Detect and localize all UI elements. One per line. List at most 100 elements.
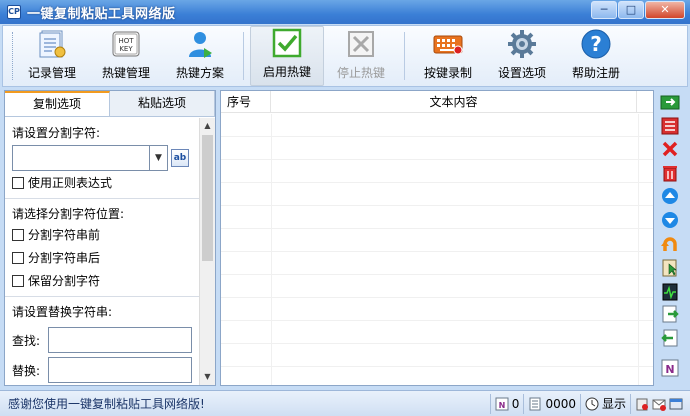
notes-count: N 0 (489, 393, 524, 414)
app-icon: CP (7, 5, 21, 19)
before-split-row[interactable]: 分割字符串前 (12, 223, 192, 246)
column-header-index[interactable]: 序号 (221, 91, 271, 112)
options-panel: 复制选项 粘贴选项 请设置分割字符: ▼ ab 使用正则表达式 请选择分割字符位… (4, 90, 216, 386)
tab-copy-options[interactable]: 复制选项 (5, 91, 110, 116)
help-register-label: 帮助注册 (571, 66, 620, 80)
record-count: 0000 (523, 393, 580, 414)
notes-small-icon: N (495, 397, 509, 410)
clear-records-button[interactable] (659, 162, 681, 184)
edit-record-button[interactable] (659, 115, 681, 137)
chevron-down-icon[interactable]: ▼ (150, 145, 168, 171)
options-tabs: 复制选项 粘贴选项 (5, 91, 215, 117)
stop-hotkey-button[interactable]: 停止热键 (324, 26, 398, 86)
notes-button[interactable]: N (659, 357, 681, 379)
status-message: 感谢您使用一键复制粘贴工具网络版! (8, 397, 205, 411)
notes-icon: N (661, 359, 679, 377)
tab-paste-options[interactable]: 粘贴选项 (110, 91, 215, 116)
hotkey-scheme-label: 热键方案 (175, 66, 224, 80)
hotkey-icon: HOT KEY (110, 28, 142, 60)
minimize-button[interactable]: ─ (591, 1, 617, 19)
move-up-button[interactable] (659, 185, 681, 207)
toolbar-grip[interactable] (5, 32, 13, 80)
svg-text:N: N (498, 401, 505, 410)
records-manage-label: 记录管理 (27, 66, 76, 80)
user-scheme-icon (184, 28, 216, 60)
title-bar: CP 一键复制粘贴工具网络版 ─ □ ✕ (0, 0, 690, 24)
hotkey-manage-button[interactable]: HOT KEY 热键管理 (89, 26, 163, 86)
import-button[interactable] (659, 303, 681, 325)
regex-checkbox[interactable] (12, 176, 24, 189)
delete-record-button[interactable] (659, 138, 681, 160)
split-char-label: 请设置分割字符: (12, 126, 101, 140)
svg-text:N: N (665, 363, 674, 376)
scroll-thumb[interactable] (202, 135, 213, 261)
clipboard-status-icon (636, 398, 648, 410)
trash-icon (663, 165, 677, 182)
import-icon (662, 305, 679, 323)
key-record-button[interactable]: 按键录制 (411, 26, 485, 86)
maximize-button[interactable]: □ (618, 1, 644, 19)
split-position-section: 请选择分割字符位置: 分割字符串前 分割字符串后 保留分割字符 (5, 199, 199, 297)
after-split-row[interactable]: 分割字符串后 (12, 246, 192, 269)
display-toggle[interactable]: 显示 (579, 393, 630, 414)
find-label: 查找: (12, 333, 41, 348)
help-register-button[interactable]: ? 帮助注册 (559, 26, 633, 86)
replace-section: 请设置替换字符串: 查找: 替换: (5, 297, 199, 385)
keep-split-checkbox[interactable] (12, 274, 24, 287)
after-split-checkbox[interactable] (12, 251, 24, 264)
hotkey-scheme-button[interactable]: 热键方案 (163, 26, 237, 86)
list-header: 序号 文本内容 (221, 91, 653, 113)
key-record-label: 按键录制 (423, 66, 472, 80)
regex-checkbox-row[interactable]: 使用正则表达式 (12, 171, 192, 194)
document-icon (529, 397, 541, 410)
keep-split-row[interactable]: 保留分割字符 (12, 269, 192, 292)
window-controls: ─ □ ✕ (590, 1, 685, 19)
stop-hotkey-label: 停止热键 (336, 66, 385, 80)
arrow-down-icon (662, 211, 678, 228)
select-record-button[interactable] (659, 256, 681, 278)
settings-gear-icon (506, 28, 538, 60)
before-split-checkbox[interactable] (12, 228, 24, 241)
replace-input[interactable] (47, 357, 192, 383)
column-divider (271, 114, 272, 385)
scroll-down-icon[interactable]: ▼ (200, 369, 215, 385)
records-manage-button[interactable]: 记录管理 (15, 26, 89, 86)
svg-text:KEY: KEY (119, 45, 133, 53)
enable-hotkey-button[interactable]: 启用热键 (250, 26, 324, 86)
export-record-button[interactable] (659, 91, 681, 113)
settings-label: 设置选项 (497, 66, 546, 80)
settings-button[interactable]: 设置选项 (485, 26, 559, 86)
records-list[interactable]: 序号 文本内容 (220, 90, 654, 386)
main-toolbar: 记录管理 HOT KEY 热键管理 热键方案 启用热键 停止热键 按键录制 设置… (2, 25, 688, 87)
toolbar-separator (243, 32, 244, 80)
status-icons (630, 393, 690, 414)
window-title: 一键复制粘贴工具网络版 (27, 6, 176, 22)
stop-hotkey-icon (345, 28, 377, 60)
split-position-label: 请选择分割字符位置: (12, 207, 125, 221)
clipboard-monitor-icon (662, 283, 678, 301)
list-rows (221, 114, 653, 385)
find-input[interactable] (47, 327, 192, 353)
after-split-label: 分割字符串后 (28, 251, 101, 265)
regex-editor-icon[interactable]: ab (171, 149, 189, 167)
split-char-section: 请设置分割字符: ▼ ab 使用正则表达式 (5, 118, 199, 199)
column-header-content[interactable]: 文本内容 (271, 91, 637, 112)
paste-in-button[interactable] (659, 327, 681, 349)
monitor-button[interactable] (659, 280, 681, 302)
count-b-value: 0000 (545, 396, 576, 411)
keep-split-label: 保留分割字符 (28, 274, 101, 288)
scroll-up-icon[interactable]: ▲ (200, 118, 215, 134)
close-button[interactable]: ✕ (645, 1, 685, 19)
copy-options-body: 请设置分割字符: ▼ ab 使用正则表达式 请选择分割字符位置: 分割字符串前 … (5, 118, 199, 385)
undo-button[interactable] (659, 233, 681, 255)
move-down-button[interactable] (659, 209, 681, 231)
list-tools-strip: N (656, 90, 684, 386)
hotkey-manage-label: 热键管理 (101, 66, 150, 80)
column-divider (638, 114, 639, 385)
mail-status-icon (652, 399, 666, 411)
display-label: 显示 (601, 397, 626, 411)
records-icon (36, 28, 68, 60)
split-char-combobox[interactable] (12, 145, 150, 171)
options-scrollbar[interactable]: ▲ ▼ (199, 118, 215, 385)
keyboard-record-icon (432, 28, 464, 60)
